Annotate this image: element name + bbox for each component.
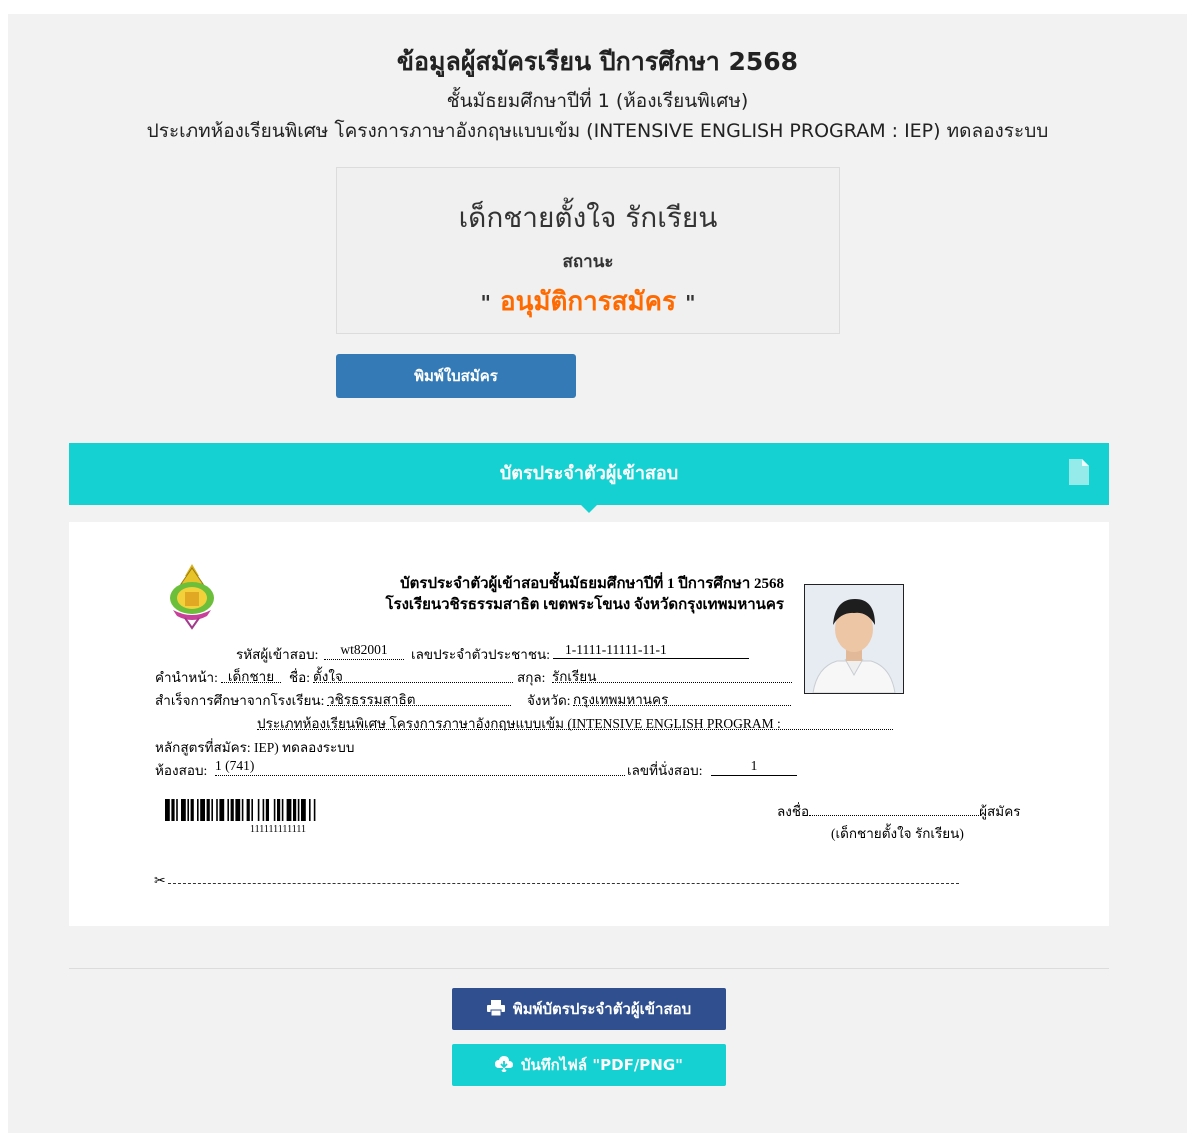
province-value: กรุงเทพมหานคร [573,688,791,707]
barcode-bar [281,799,284,821]
page-subtitle: ชั้นมัธยมศึกษาปีที่ 1 (ห้องเรียนพิเศษ) [446,90,749,112]
scissors-icon: ✂ [154,873,166,889]
barcode-bar [211,799,213,821]
status-label: สถานะ [562,252,614,272]
barcode-bar [257,799,260,821]
print-exam-card-button[interactable]: พิมพ์บัตรประจำตัวผู้เข้าสอบ [452,988,726,1030]
citizen-id-value: 1-1111-11111-11-1 [553,642,749,659]
prefix-value: เด็กชาย [221,665,281,684]
applicant-status-box: เด็กชายตั้งใจ รักเรียน สถานะ " อนุมัติกา… [336,167,840,334]
barcode-bar [309,799,311,821]
exam-id-value: wt82001 [324,642,404,660]
page-title: ข้อมูลผู้สมัครเรียน ปีการศึกษา 2568 [396,47,799,76]
printer-icon [486,1000,505,1016]
barcode-bar [313,799,316,821]
exam-card: บัตรประจำตัวผู้เข้าสอบชั้นมัธยมศึกษาปีที… [69,522,1109,926]
seat-label: เลขที่นั่งสอบ: [627,763,703,778]
signature-blank [809,805,980,816]
barcode-bar [235,799,241,821]
barcode-bar [165,799,170,821]
signature-name: (เด็กชายตั้งใจ รักเรียน) [831,826,964,841]
exam-card-school-title: บัตรประจำตัวผู้เข้าสอบชั้นมัธยมศึกษาปีที… [69,574,784,616]
program-line-1: ประเภทห้องเรียนพิเศษ โครงการภาษาอังกฤษแบ… [257,712,893,731]
school-label: สำเร็จการศึกษาจากโรงเรียน: [155,693,325,708]
exam-card-title-line2: โรงเรียนวชิรธรรมสาธิต เขตพระโขนง จังหวัด… [385,597,784,613]
barcode-bar [206,799,210,821]
barcode-bar [230,799,234,821]
seat-value: 1 [711,758,797,776]
barcode-bar [246,799,250,821]
last-name-value: รักเรียน [552,665,792,684]
barcode-bar [227,799,229,821]
status-quote-close: " [685,291,696,315]
citizen-id-label: เลขประจำตัวประชาชน: [411,647,550,662]
signature-prefix: ลงชื่อ [777,804,810,819]
applicant-name: เด็กชายตั้งใจ รักเรียน [458,201,718,234]
status-quote-open: " [480,291,491,315]
first-name-value: ตั้งใจ [313,665,513,684]
barcode-bar [277,799,281,821]
barcode-number: 111111111111 [250,824,306,835]
cut-dash [168,883,959,884]
barcode-bar [297,799,300,821]
barcode-bar [219,799,225,821]
room-label: ห้องสอบ: [155,763,208,778]
barcode-bar [301,799,306,821]
barcode-bar [197,799,199,821]
prefix-label: คำนำหน้า: [155,670,218,685]
header-notch [581,505,597,513]
exam-card-title: บัตรประจำตัวผู้เข้าสอบ [499,463,679,484]
barcode-bar [262,799,265,821]
barcode-bar [181,799,186,821]
barcode-bar [286,799,292,821]
barcode-bar [176,799,178,821]
document-icon[interactable] [1069,459,1089,485]
page-background: ข้อมูลผู้สมัครเรียน ปีการศึกษา 2568 ชั้น… [8,14,1187,1133]
barcode-bar [187,799,189,821]
barcode-bar [265,799,269,821]
status-value-line: " อนุมัติการสมัคร " [337,281,839,322]
exam-card-header: บัตรประจำตัวผู้เข้าสอบ [69,443,1109,513]
barcode-bar [241,799,244,821]
exam-id-label: รหัสผู้เข้าสอบ: [236,647,319,662]
cloud-download-icon [495,1056,513,1072]
program-line-2: หลักสูตรที่สมัคร: IEP) ทดลองระบบ [155,740,355,755]
barcode [165,799,316,821]
print-exam-card-label: พิมพ์บัตรประจำตัวผู้เข้าสอบ [512,1000,692,1018]
barcode-bar [200,799,205,821]
first-name-label: ชื่อ: [289,670,311,685]
exam-card-title-line1: บัตรประจำตัวผู้เข้าสอบชั้นมัธยมศึกษาปีที… [400,576,784,592]
barcode-bar [216,799,218,821]
room-value: 1 (741) [215,758,625,776]
barcode-bar [273,799,276,821]
barcode-bar [293,799,297,821]
last-name-label: สกุล: [517,670,546,685]
province-label: จังหวัด: [527,693,571,708]
save-file-label: บันทึกไฟล์ "PDF/PNG" [521,1056,683,1074]
applicant-photo [804,584,904,694]
barcode-bar [171,799,175,821]
section-divider [69,968,1109,969]
save-file-button[interactable]: บันทึกไฟล์ "PDF/PNG" [452,1044,726,1086]
barcode-bar [190,799,194,821]
barcode-bar [251,799,253,821]
school-value: วชิรธรรมสาธิต [327,688,511,707]
status-value: อนุมัติการสมัคร [499,287,677,317]
program-title: ประเภทห้องเรียนพิเศษ โครงการภาษาอังกฤษแบ… [146,120,1049,142]
cut-line: ✂ [154,873,959,891]
signature-suffix: ผู้สมัคร [979,804,1021,819]
print-application-button[interactable]: พิมพ์ใบสมัคร [336,354,576,398]
signature-line: ลงชื่อ ผู้สมัคร [777,800,1020,822]
